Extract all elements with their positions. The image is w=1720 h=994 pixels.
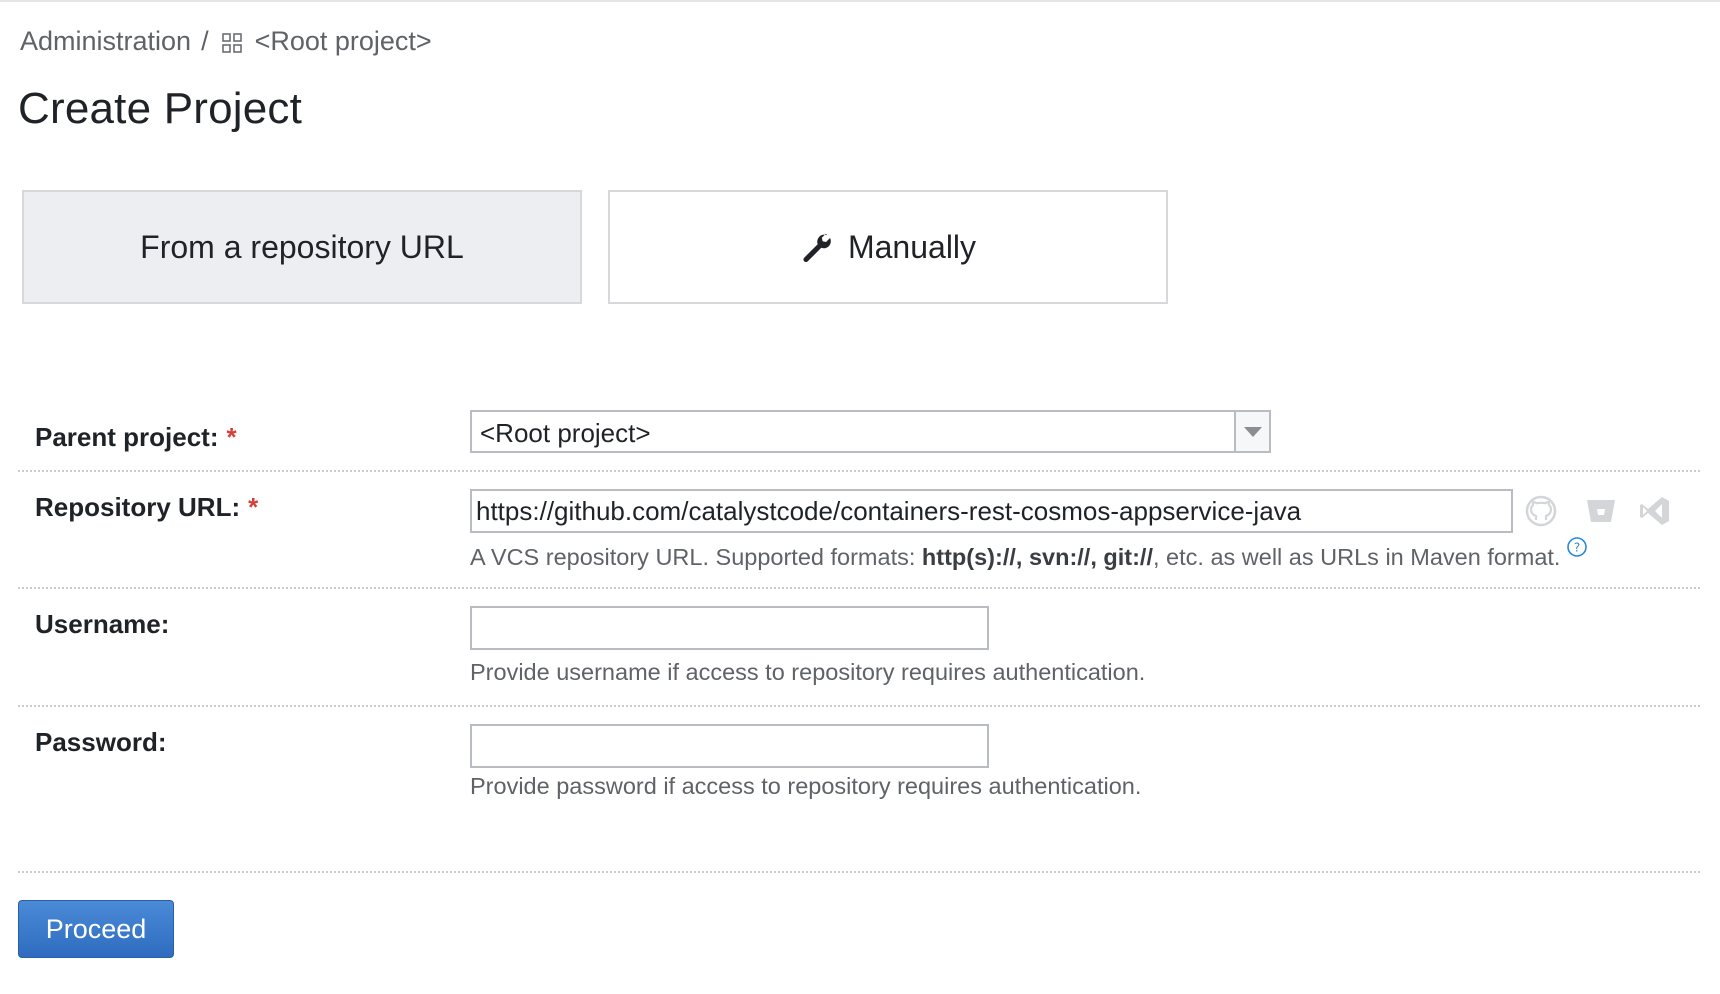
breadcrumb: Administration / <Root project> (20, 26, 432, 57)
help-icon[interactable]: ? (1566, 536, 1588, 558)
parent-project-value: <Root project> (480, 418, 651, 448)
username-label: Username: (35, 609, 170, 639)
bitbucket-icon[interactable] (1584, 494, 1618, 528)
github-icon[interactable] (1524, 494, 1558, 528)
required-marker: * (248, 492, 259, 522)
parent-project-label: Parent project: * (35, 422, 237, 452)
form-footer-divider (18, 871, 1700, 873)
password-input[interactable] (470, 724, 989, 768)
breadcrumb-administration-link[interactable]: Administration (20, 26, 191, 57)
password-row: Password: Provide password if access to … (18, 705, 1700, 871)
from-repository-url-option[interactable]: From a repository URL (22, 190, 582, 304)
repository-url-input[interactable] (470, 489, 1513, 533)
breadcrumb-separator: / (201, 26, 209, 56)
manually-option[interactable]: Manually (608, 190, 1168, 304)
repository-url-row: Repository URL:* A VCS repository URL. S… (18, 470, 1700, 588)
manually-label: Manually (847, 228, 977, 265)
username-row: Username: Provide username if access to … (18, 587, 1700, 705)
dropdown-toggle[interactable] (1234, 412, 1269, 451)
project-grid-icon (221, 32, 242, 53)
required-marker: * (226, 422, 237, 452)
from-repository-url-label: From a repository URL (140, 228, 464, 265)
proceed-button[interactable]: Proceed (18, 900, 174, 958)
username-hint: Provide username if access to repository… (470, 659, 1146, 685)
wrench-icon (803, 233, 831, 263)
page-title: Create Project (18, 84, 303, 133)
parent-project-select[interactable]: <Root project> (470, 410, 1271, 453)
breadcrumb-root-project-link[interactable]: <Root project> (255, 26, 432, 57)
password-hint: Provide password if access to repository… (470, 773, 1142, 799)
supported-formats: http(s)://, svn://, git:// (921, 544, 1153, 570)
repository-url-hint: A VCS repository URL. Supported formats:… (470, 537, 1588, 571)
svg-text:?: ? (1574, 541, 1580, 555)
visual-studio-icon[interactable] (1638, 494, 1672, 528)
repository-url-label: Repository URL: * (35, 492, 259, 522)
password-label: Password: (35, 727, 167, 757)
chevron-down-icon (1243, 426, 1262, 437)
username-input[interactable] (470, 606, 989, 650)
